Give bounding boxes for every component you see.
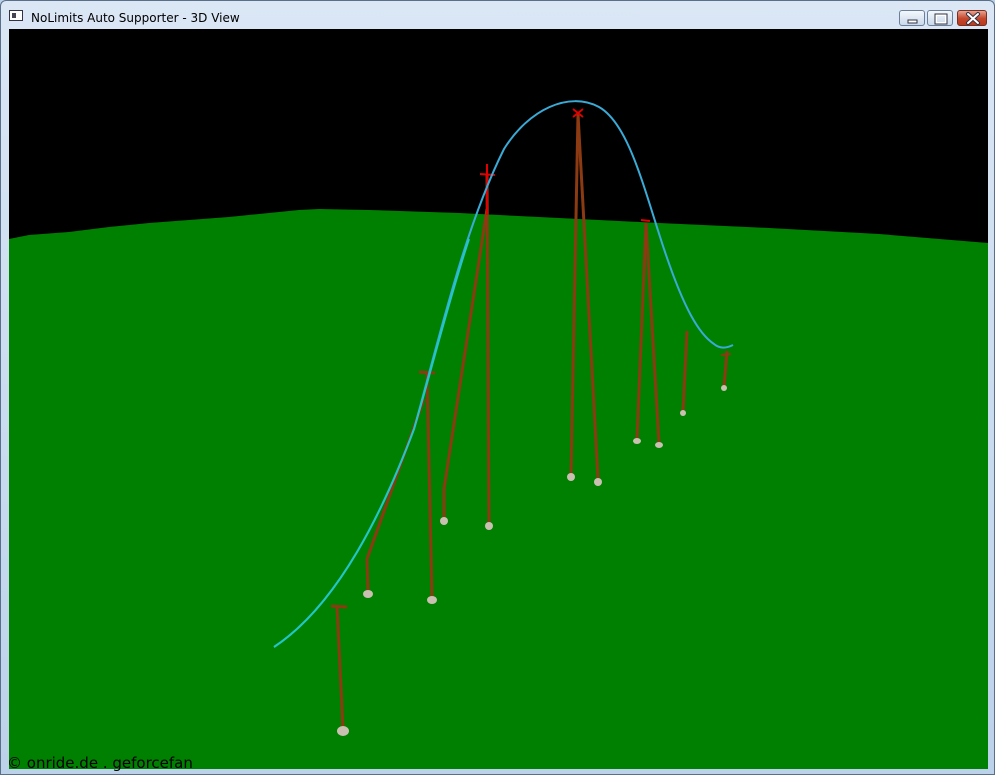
support-footer (440, 517, 448, 525)
support-footer (655, 442, 663, 448)
maximize-icon (934, 13, 948, 25)
minimize-button[interactable] (899, 10, 925, 26)
window-title: NoLimits Auto Supporter - 3D View (31, 11, 240, 25)
support-footer (594, 478, 602, 486)
title-bar[interactable]: NoLimits Auto Supporter - 3D View (1, 1, 994, 29)
support-footer (633, 438, 641, 444)
maximize-button[interactable] (927, 10, 953, 26)
support-footer (721, 385, 727, 391)
support-footer (567, 473, 575, 481)
3d-scene[interactable] (9, 29, 988, 769)
support-footer (363, 590, 373, 598)
3d-viewport[interactable] (9, 29, 988, 769)
close-button[interactable] (957, 10, 987, 26)
app-window-icon[interactable] (9, 10, 23, 21)
support-footer (485, 522, 493, 530)
close-icon (966, 12, 980, 25)
app-window: NoLimits Auto Supporter - 3D View © onri… (0, 0, 995, 775)
ground-plane (9, 209, 988, 769)
minimize-icon (907, 19, 918, 24)
support-footer (337, 726, 349, 736)
watermark-text: © onride.de . geforcefan (7, 754, 193, 772)
support-footer (427, 596, 437, 604)
support-footer (680, 410, 686, 416)
